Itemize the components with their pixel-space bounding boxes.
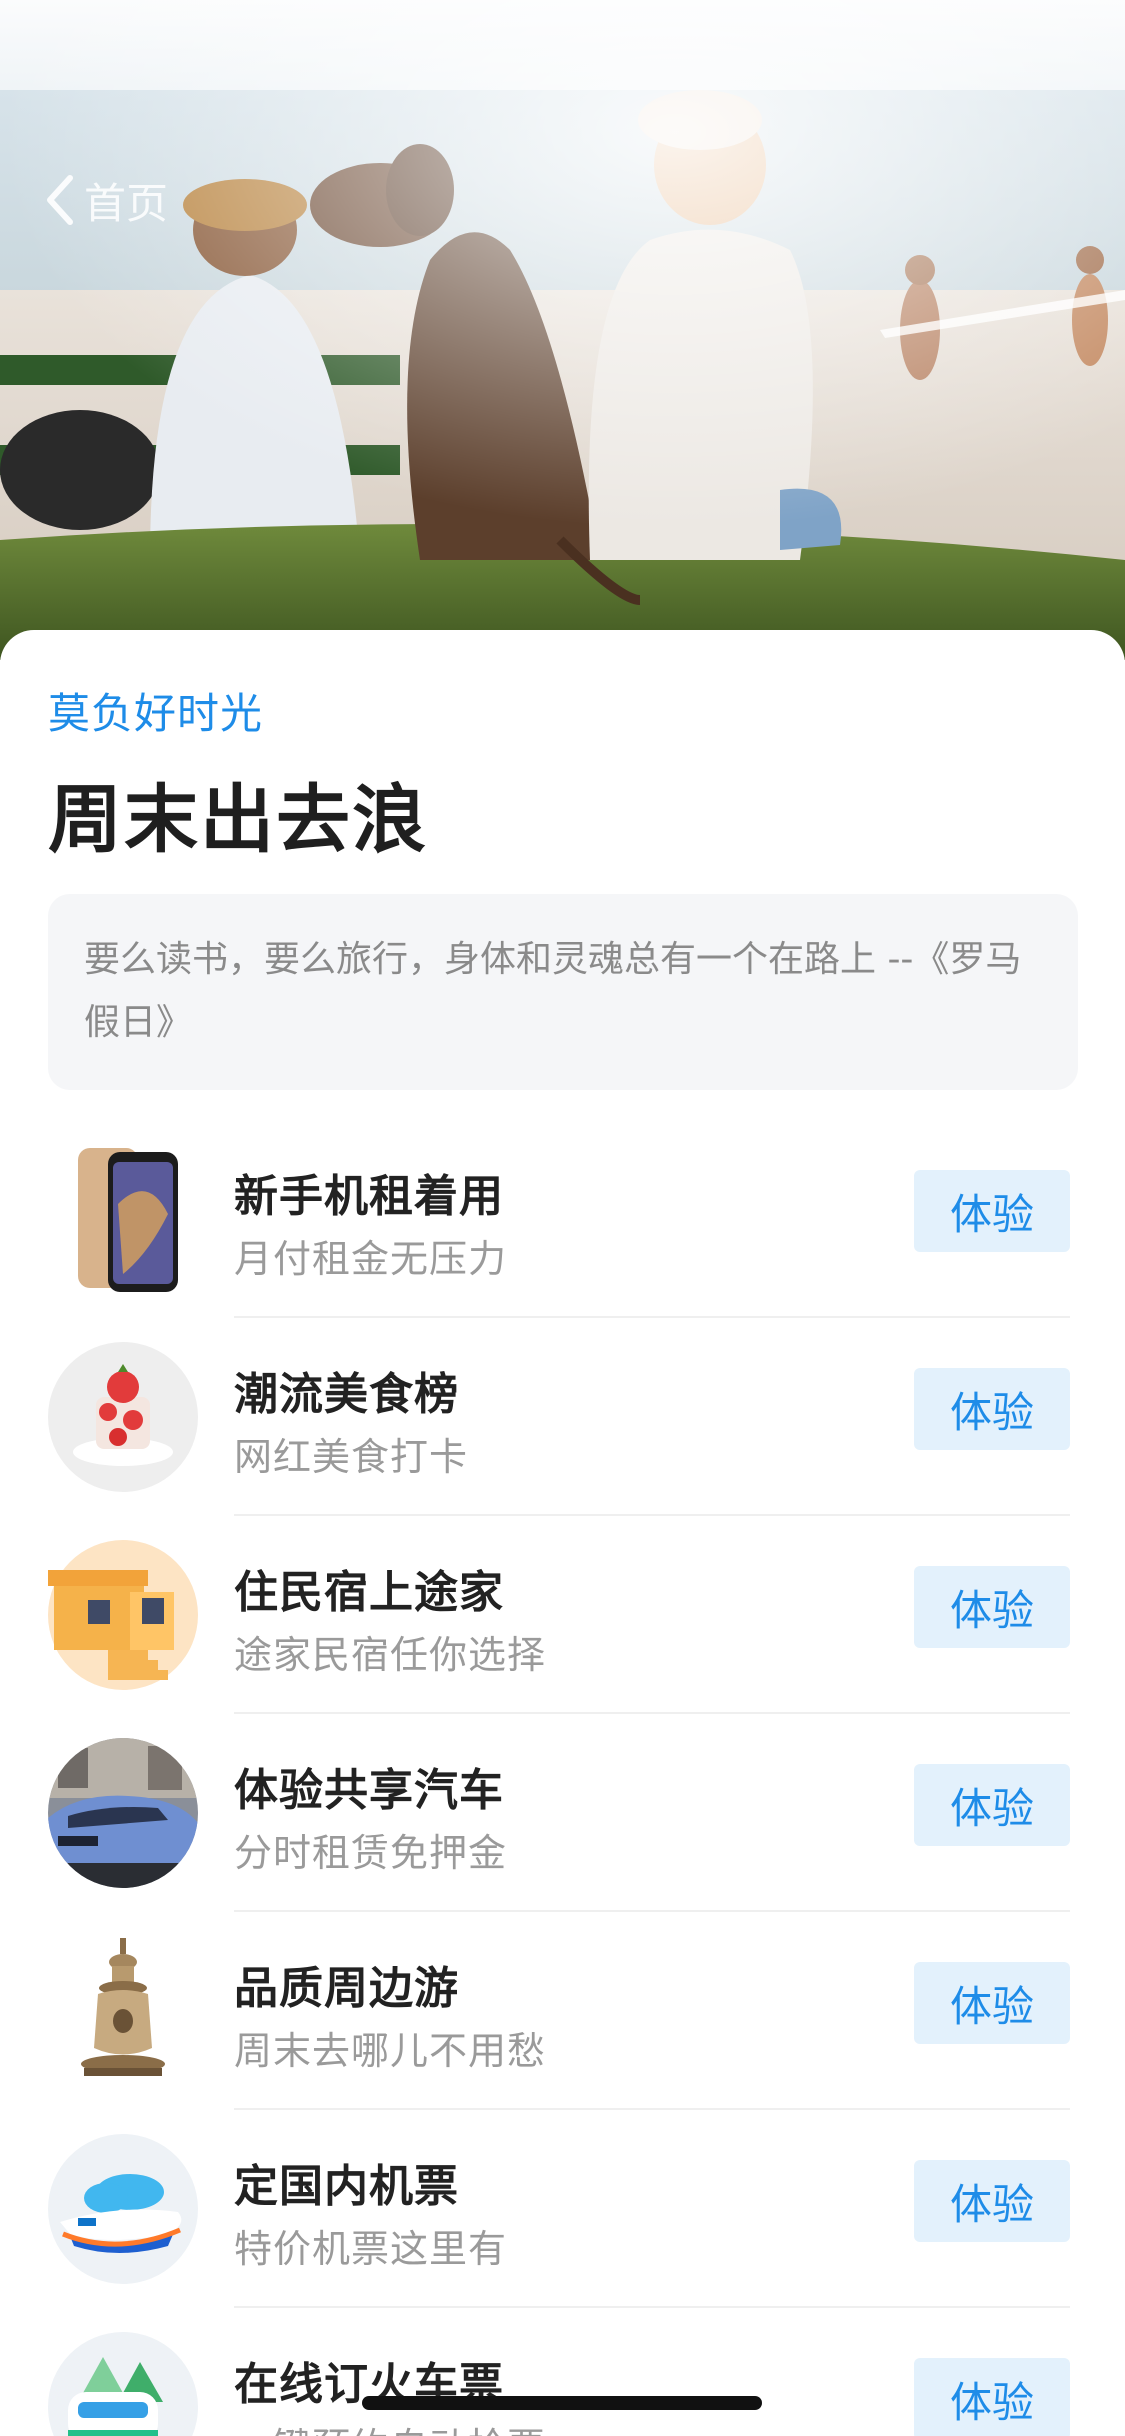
item-subtitle: 途家民宿任你选择 [234, 1633, 547, 1677]
item-title: 品质周边游 [234, 1963, 459, 2014]
list-item[interactable]: 品质周边游 周末去哪儿不用愁 体验 [0, 1912, 1125, 2110]
item-subtitle: 网红美食打卡 [234, 1435, 469, 1479]
try-button[interactable]: 体验 [914, 2358, 1070, 2436]
smartphone-icon [78, 1148, 178, 1292]
train-icon [48, 2332, 198, 2436]
item-subtitle: 月付租金无压力 [234, 1237, 508, 1281]
try-button[interactable]: 体验 [914, 1962, 1070, 2044]
list-item[interactable]: 住民宿上途家 途家民宿任你选择 体验 [0, 1516, 1125, 1714]
back-label: 首页 [84, 178, 169, 228]
item-subtitle: 特价机票这里有 [234, 2227, 508, 2271]
try-button[interactable]: 体验 [914, 2160, 1070, 2242]
hero-banner: 首页 [0, 0, 1125, 660]
try-button[interactable]: 体验 [914, 1566, 1070, 1648]
hero-photo [0, 0, 1125, 660]
item-title: 体验共享汽车 [234, 1765, 504, 1816]
quote-box: 要么读书，要么旅行，身体和灵魂总有一个在路上 --《罗马假日》 [48, 894, 1078, 1090]
item-subtitle: 分时租赁免押金 [234, 1831, 508, 1875]
item-title: 住民宿上途家 [234, 1567, 504, 1618]
try-button[interactable]: 体验 [914, 1170, 1070, 1252]
pagoda-icon [81, 1938, 165, 2076]
house-icon [48, 1540, 198, 1690]
list-item[interactable]: 在线订火车票 一键预约自动抢票 体验 [0, 2308, 1125, 2436]
item-subtitle: 一键预约自动抢票 [234, 2416, 546, 2436]
back-button[interactable]: 首页 [44, 168, 168, 232]
item-title: 新手机租着用 [234, 1171, 504, 1222]
item-title: 定国内机票 [234, 2161, 459, 2212]
list-item[interactable]: 新手机租着用 月付租金无压力 体验 [0, 1120, 1125, 1318]
airplane-icon [48, 2134, 198, 2284]
chevron-left-icon [47, 175, 73, 225]
content-sheet: 莫负好时光 周末出去浪 要么读书，要么旅行，身体和灵魂总有一个在路上 --《罗马… [0, 630, 1125, 2436]
list-item[interactable]: 潮流美食榜 网红美食打卡 体验 [0, 1318, 1125, 1516]
try-button[interactable]: 体验 [914, 1764, 1070, 1846]
car-icon [48, 1738, 198, 1888]
list-item[interactable]: 定国内机票 特价机票这里有 体验 [0, 2110, 1125, 2308]
section-eyebrow: 莫负好时光 [48, 689, 264, 738]
list-item[interactable]: 体验共享汽车 分时租赁免押金 体验 [0, 1714, 1125, 1912]
item-subtitle: 周末去哪儿不用愁 [234, 2029, 547, 2073]
home-indicator [362, 2396, 762, 2410]
try-button[interactable]: 体验 [914, 1368, 1070, 1450]
item-title: 潮流美食榜 [234, 1369, 459, 1420]
strawberry-cake-icon [48, 1342, 198, 1492]
page-title: 周末出去浪 [48, 777, 428, 863]
